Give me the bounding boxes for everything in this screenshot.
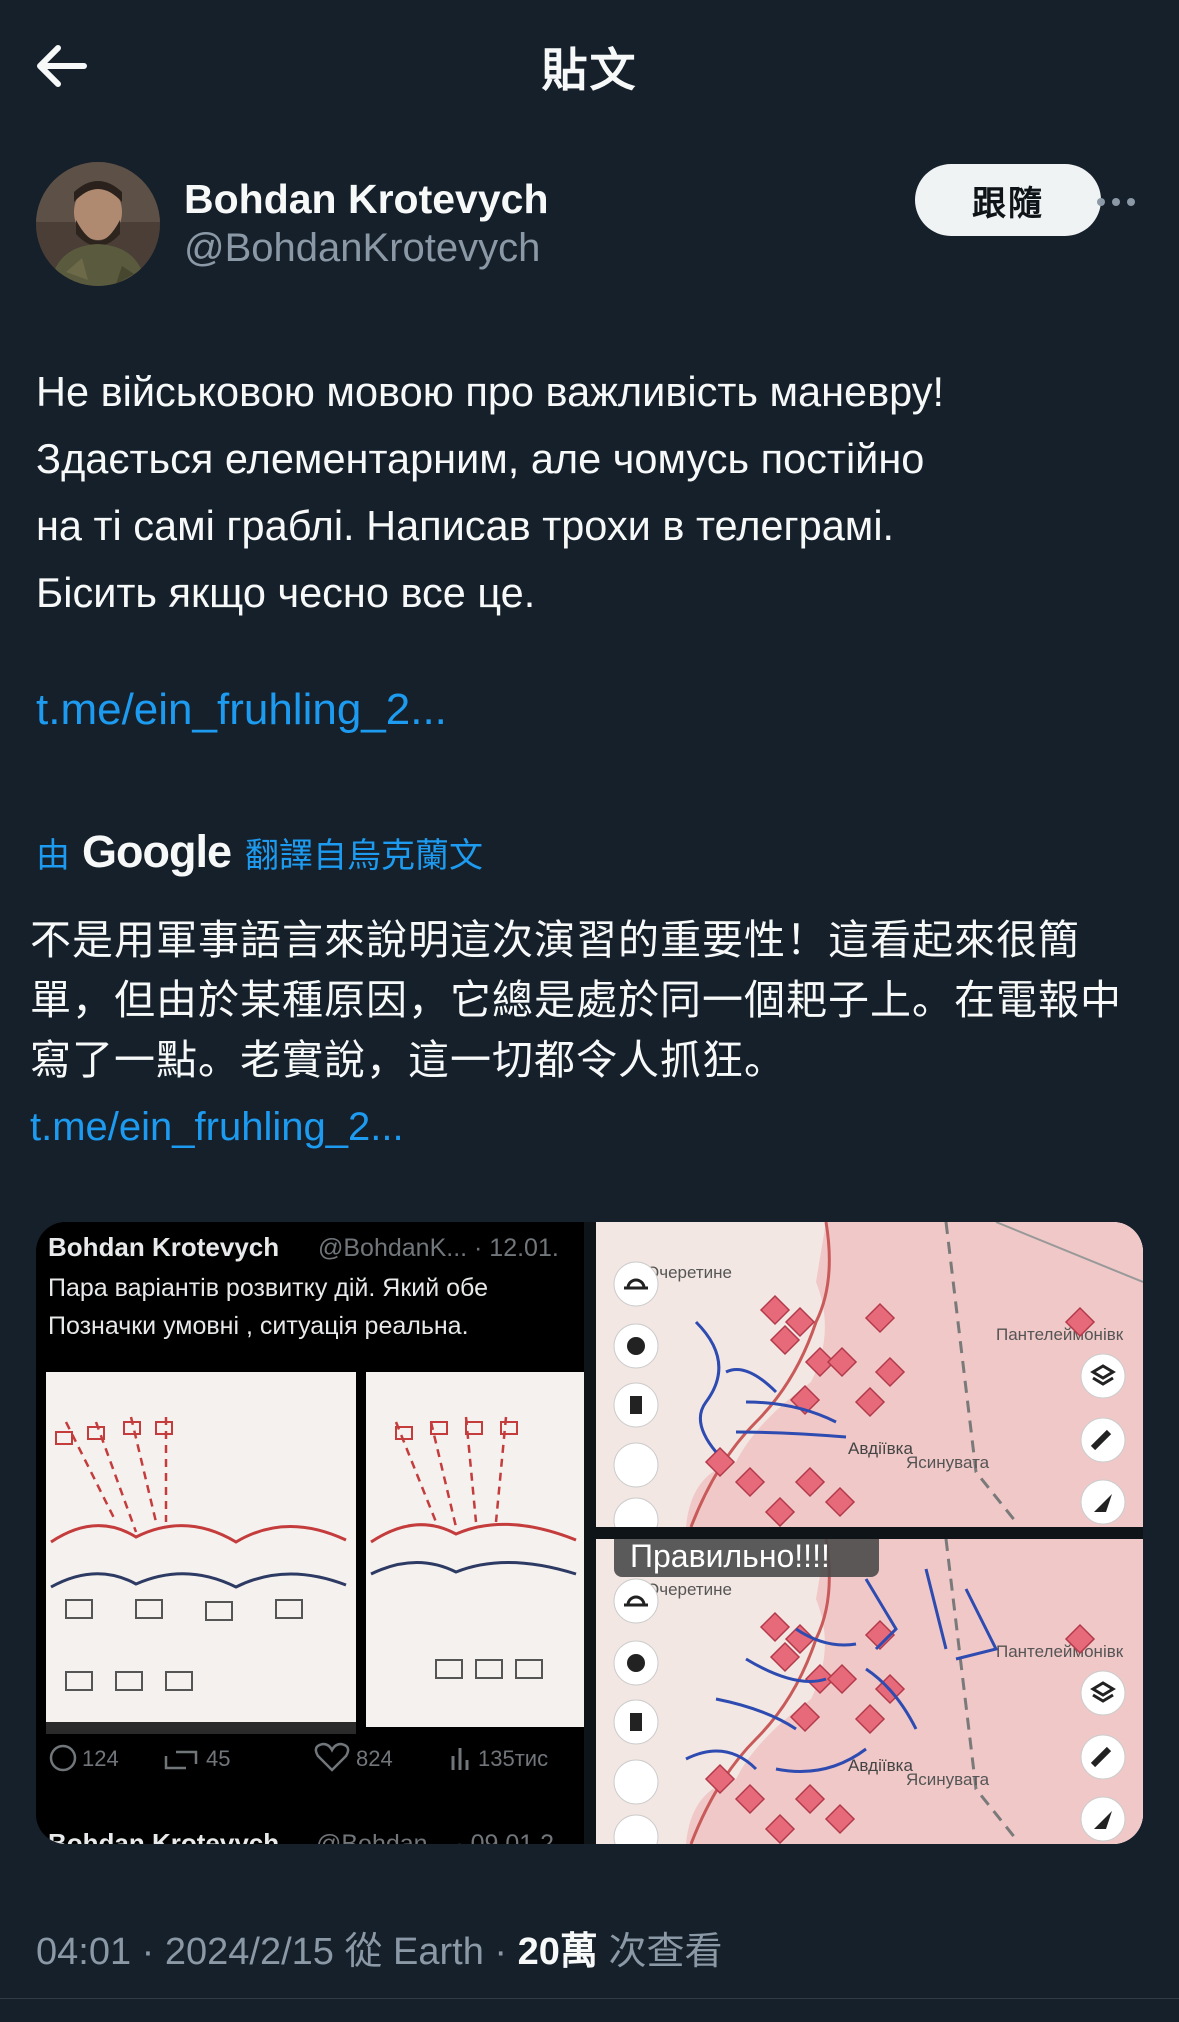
- view-label: 次查看: [597, 1931, 723, 1973]
- view-count[interactable]: 20萬: [518, 1931, 598, 1973]
- translation-prefix: 由: [36, 836, 70, 875]
- translated-line: 不是用軍事語言來說明這次演習的重要性！這看起來很簡: [30, 917, 1080, 963]
- user-handle[interactable]: @BohdanKrotevych: [184, 226, 540, 271]
- tweet-link[interactable]: t.me/ein_fruhling_2...: [36, 685, 447, 735]
- screenshot-next-author: Bohdan Krotevych: [48, 1828, 279, 1844]
- tweet-line: на ті самі граблі. Написав трохи в телег…: [36, 502, 895, 549]
- screenshot-reposts: 45: [206, 1746, 230, 1771]
- map-image: Правильно!!!! Очеретине Пантелеймонівк А…: [596, 1539, 1143, 1844]
- media-image-map-top[interactable]: Очеретине Пантелеймонівк Авдіївка Ясинув…: [596, 1222, 1143, 1527]
- translated-line: 寫了一點。老實說，這一切都令人抓狂。: [30, 1037, 786, 1083]
- google-logo: Google: [82, 826, 232, 877]
- screenshot-next-handle: @Bohdan... · 09.01.2: [316, 1830, 554, 1844]
- tweet-line: Здається елементарним, але чомусь постій…: [36, 435, 925, 482]
- map-label: Пантелеймонівк: [996, 1642, 1124, 1661]
- top-bar: 貼文: [0, 0, 1179, 130]
- translated-text: 不是用軍事語言來說明這次演習的重要性！這看起來很簡 單，但由於某種原因，它總是處…: [30, 910, 1150, 1090]
- tweet-meta: 04:01 · 2024/2/15 從 Earth · 20萬 次查看: [36, 1920, 722, 1975]
- map-label: Авдіївка: [848, 1439, 913, 1458]
- screenshot-text: Пара варіантів розвитку дій. Який обе: [48, 1274, 488, 1302]
- map-label: Ясинувата: [906, 1453, 990, 1472]
- avatar[interactable]: [36, 162, 160, 286]
- tweet-line: Бісить якщо чесно все це.: [36, 569, 536, 616]
- screenshot-views: 135тис: [478, 1746, 548, 1771]
- map-label: Пантелеймонівк: [996, 1325, 1124, 1344]
- tweet-text: Не військовою мовою про важливість манев…: [36, 358, 1156, 626]
- more-options-icon[interactable]: [1086, 182, 1146, 222]
- media-grid: Bohdan Krotevych @BohdanK... · 12.01. Па…: [36, 1222, 1143, 1844]
- map-label: Очеретине: [646, 1263, 732, 1282]
- map-banner: Правильно!!!!: [630, 1539, 830, 1574]
- map-label: Авдіївка: [848, 1756, 913, 1775]
- divider: [0, 1998, 1179, 1999]
- author-row: Bohdan Krotevych @BohdanKrotevych 跟隨: [36, 160, 1146, 290]
- screenshot-author: Bohdan Krotevych: [48, 1232, 279, 1262]
- media-image-screenshot[interactable]: Bohdan Krotevych @BohdanK... · 12.01. Па…: [36, 1222, 584, 1844]
- avatar-photo: [36, 162, 160, 286]
- tweet-screenshot-image: Bohdan Krotevych @BohdanK... · 12.01. Па…: [36, 1222, 584, 1844]
- map-label: Ясинувата: [906, 1770, 990, 1789]
- media-image-map-bottom[interactable]: Правильно!!!! Очеретине Пантелеймонівк А…: [596, 1539, 1143, 1844]
- map-image: Очеретине Пантелеймонівк Авдіївка Ясинув…: [596, 1222, 1143, 1527]
- translation-suffix: 翻譯自烏克蘭文: [245, 836, 483, 875]
- timestamp: 04:01 · 2024/2/15 從 Earth ·: [36, 1931, 518, 1973]
- translated-link[interactable]: t.me/ein_fruhling_2...: [30, 1105, 404, 1150]
- follow-button[interactable]: 跟隨: [915, 164, 1101, 236]
- screenshot-text: Позначки умовні , ситуація реальна.: [48, 1312, 469, 1340]
- map-label: Очеретине: [646, 1580, 732, 1599]
- display-name[interactable]: Bohdan Krotevych: [184, 176, 549, 223]
- tweet-line: Не військовою мовою про важливість манев…: [36, 368, 945, 415]
- page-title: 貼文: [541, 44, 638, 96]
- screenshot-replies: 124: [82, 1746, 119, 1771]
- screenshot-handle: @BohdanK... · 12.01.: [318, 1234, 559, 1262]
- screenshot-likes: 824: [356, 1746, 393, 1771]
- translated-line: 單，但由於某種原因，它總是處於同一個耙子上。在電報中: [30, 977, 1122, 1023]
- translation-attribution[interactable]: 由 Google 翻譯自烏克蘭文: [36, 826, 483, 878]
